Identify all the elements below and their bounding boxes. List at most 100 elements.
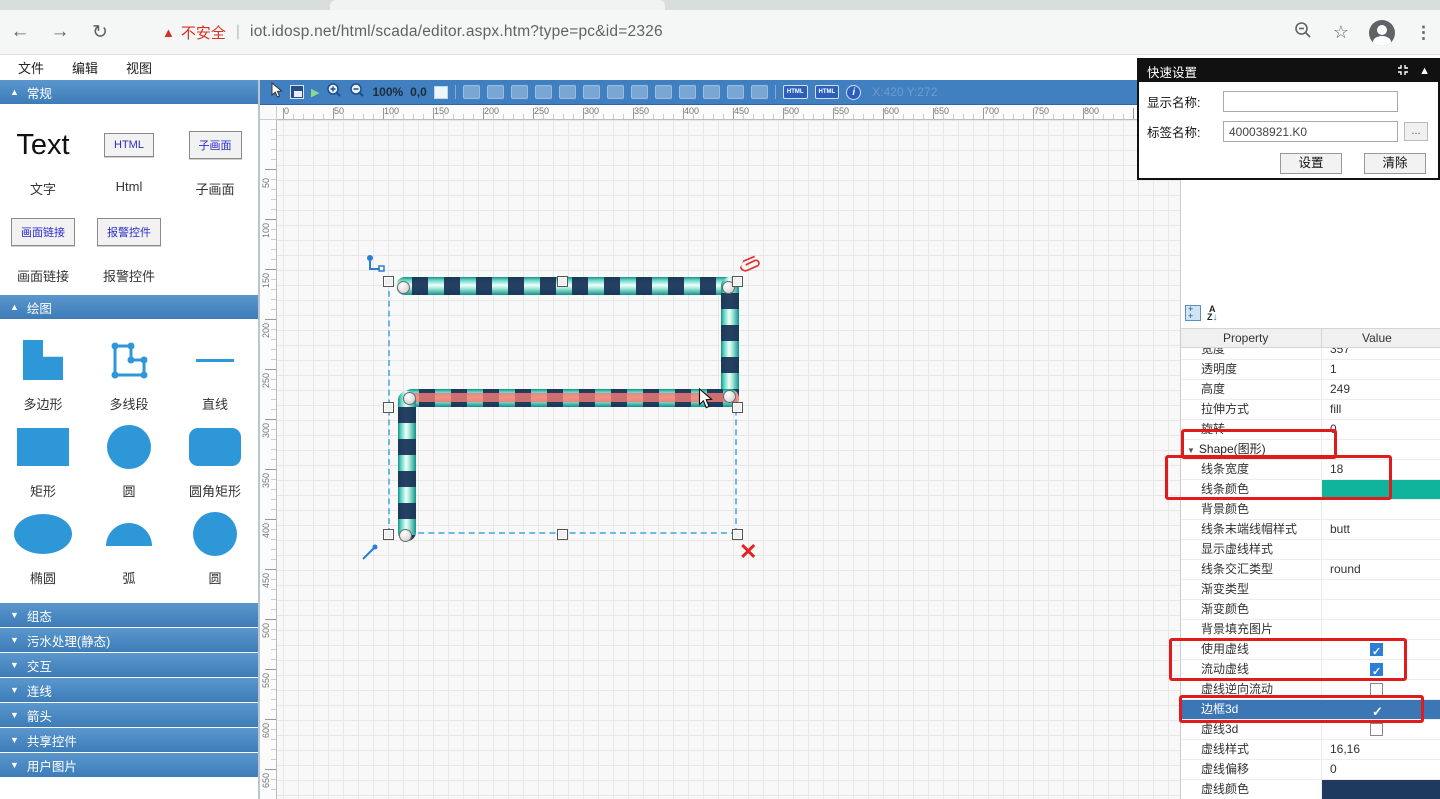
property-row-显示虚线样式[interactable]: 显示虚线样式: [1181, 540, 1440, 560]
property-value[interactable]: [1321, 480, 1440, 499]
property-row-流动虚线[interactable]: 流动虚线: [1181, 660, 1440, 680]
section-header-连线[interactable]: ▼连线: [0, 678, 258, 702]
property-row-虚线颜色[interactable]: 虚线颜色: [1181, 780, 1440, 799]
html-export-icon[interactable]: HTML: [783, 85, 808, 99]
property-row-线条宽度[interactable]: 线条宽度18: [1181, 460, 1440, 480]
display-name-input[interactable]: [1223, 91, 1398, 112]
forward-icon[interactable]: →: [40, 21, 80, 43]
checkbox-unchecked[interactable]: [1370, 683, 1383, 696]
select-cursor-icon[interactable]: [270, 82, 283, 103]
property-row-高度[interactable]: 高度249: [1181, 380, 1440, 400]
tool-圆角矩形[interactable]: 圆角矩形: [172, 421, 258, 500]
property-row-背景颜色[interactable]: 背景颜色: [1181, 500, 1440, 520]
info-icon[interactable]: i: [846, 85, 861, 100]
color-swatch[interactable]: [1322, 480, 1440, 499]
tag-browse-button[interactable]: ...: [1404, 122, 1428, 141]
tool-preview-button[interactable]: 子画面: [189, 131, 242, 159]
tool-圆[interactable]: 圆: [86, 421, 172, 500]
browser-active-tab[interactable]: [330, 0, 665, 10]
menu-item-文件[interactable]: 文件: [18, 58, 44, 77]
save-icon[interactable]: [290, 85, 304, 99]
property-row-虚线样式[interactable]: 虚线样式16,16: [1181, 740, 1440, 760]
property-row-线条末端线帽样式[interactable]: 线条末端线帽样式butt: [1181, 520, 1440, 540]
design-canvas[interactable]: [277, 120, 1180, 799]
property-row-虚线3d[interactable]: 虚线3d: [1181, 720, 1440, 740]
property-row-虚线偏移[interactable]: 虚线偏移0: [1181, 760, 1440, 780]
categorized-view-icon[interactable]: [1185, 305, 1201, 321]
property-value[interactable]: [1321, 680, 1440, 699]
dock-icon[interactable]: [1397, 64, 1409, 79]
property-value[interactable]: [1321, 780, 1440, 799]
section-header-用户图片[interactable]: ▼用户图片: [0, 753, 258, 777]
checkbox-checked[interactable]: [1370, 703, 1383, 716]
tool-矩形[interactable]: 矩形: [0, 421, 86, 500]
section-header-general[interactable]: ▲ 常规: [0, 80, 258, 104]
property-row-虚线逆向流动[interactable]: 虚线逆向流动: [1181, 680, 1440, 700]
property-row-旋转[interactable]: 旋转0: [1181, 420, 1440, 440]
back-icon[interactable]: ←: [0, 21, 40, 43]
reload-icon[interactable]: ↻: [80, 21, 120, 44]
tool-preview-button[interactable]: 画面链接: [11, 218, 75, 246]
property-row-线条颜色[interactable]: 线条颜色: [1181, 480, 1440, 500]
tool-多线段[interactable]: 多线段: [86, 334, 172, 413]
tool-文字[interactable]: Text文字: [0, 119, 86, 198]
property-row-背景填充图片[interactable]: 背景填充图片: [1181, 620, 1440, 640]
property-row-透明度[interactable]: 透明度1: [1181, 360, 1440, 380]
property-row-Shape(图形)[interactable]: ▼Shape(图形): [1181, 440, 1440, 460]
tool-Html[interactable]: HTMLHtml: [86, 119, 172, 198]
html-view-icon[interactable]: HTML: [815, 85, 840, 99]
security-warning-icon[interactable]: ▲: [162, 25, 175, 40]
browser-menu-icon[interactable]: ⋮: [1415, 23, 1432, 43]
canvas-settings-icon[interactable]: [434, 86, 448, 99]
property-row-使用虚线[interactable]: 使用虚线: [1181, 640, 1440, 660]
tool-圆[interactable]: 圆: [172, 508, 258, 587]
zoom-out-icon[interactable]: [349, 82, 365, 103]
property-row-渐变类型[interactable]: 渐变类型: [1181, 580, 1440, 600]
section-header-共享控件[interactable]: ▼共享控件: [0, 728, 258, 752]
property-value[interactable]: [1321, 640, 1440, 659]
property-value[interactable]: [1321, 720, 1440, 739]
run-icon[interactable]: ▶: [311, 86, 319, 99]
section-header-箭头[interactable]: ▼箭头: [0, 703, 258, 727]
checkbox-checked[interactable]: [1370, 643, 1383, 656]
ruler-corner: [260, 106, 277, 120]
color-swatch[interactable]: [1322, 780, 1440, 799]
section-header-组态[interactable]: ▼组态: [0, 603, 258, 627]
property-row-边框3d[interactable]: 边框3d: [1181, 700, 1440, 720]
property-row-拉伸方式[interactable]: 拉伸方式fill: [1181, 400, 1440, 420]
tool-画面链接[interactable]: 画面链接画面链接: [0, 206, 86, 285]
set-button[interactable]: 设置: [1280, 153, 1342, 174]
tool-preview-button[interactable]: 报警控件: [97, 218, 161, 246]
zoom-out-page-icon[interactable]: [1293, 20, 1313, 45]
menu-item-编辑[interactable]: 编辑: [72, 58, 98, 77]
menu-item-视图[interactable]: 视图: [126, 58, 152, 77]
profile-avatar[interactable]: [1369, 20, 1395, 46]
checkbox-unchecked[interactable]: [1370, 723, 1383, 736]
tool-多边形[interactable]: 多边形: [0, 334, 86, 413]
property-row-渐变颜色[interactable]: 渐变颜色: [1181, 600, 1440, 620]
checkbox-checked[interactable]: [1370, 663, 1383, 676]
section-header-交互[interactable]: ▼交互: [0, 653, 258, 677]
bookmark-star-icon[interactable]: ☆: [1333, 22, 1349, 43]
security-warning-label[interactable]: 不安全: [181, 22, 226, 43]
browser-right-icons: ☆ ⋮: [1293, 10, 1432, 55]
quick-settings-title: 快速设置: [1147, 62, 1197, 81]
collapse-panel-icon[interactable]: ▲: [1419, 65, 1430, 77]
address-url[interactable]: iot.idosp.net/html/scada/editor.aspx.htm…: [250, 23, 663, 41]
tool-preview: 画面链接: [11, 206, 75, 258]
section-header-污水处理(静态)[interactable]: ▼污水处理(静态): [0, 628, 258, 652]
zoom-in-icon[interactable]: [326, 82, 342, 103]
tool-子画面[interactable]: 子画面子画面: [172, 119, 258, 198]
section-header-drawing[interactable]: ▲ 绘图: [0, 295, 258, 319]
tag-name-input[interactable]: [1223, 121, 1398, 142]
sort-az-icon[interactable]: AZ↓: [1207, 305, 1218, 322]
tool-弧[interactable]: 弧: [86, 508, 172, 587]
tool-报警控件[interactable]: 报警控件报警控件: [86, 206, 172, 285]
clear-button[interactable]: 清除: [1364, 153, 1426, 174]
property-value[interactable]: [1321, 700, 1440, 719]
property-row-线条交汇类型[interactable]: 线条交汇类型round: [1181, 560, 1440, 580]
tool-椭圆[interactable]: 椭圆: [0, 508, 86, 587]
tool-preview-button[interactable]: HTML: [104, 133, 154, 157]
tool-直线[interactable]: 直线: [172, 334, 258, 413]
property-value[interactable]: [1321, 660, 1440, 679]
